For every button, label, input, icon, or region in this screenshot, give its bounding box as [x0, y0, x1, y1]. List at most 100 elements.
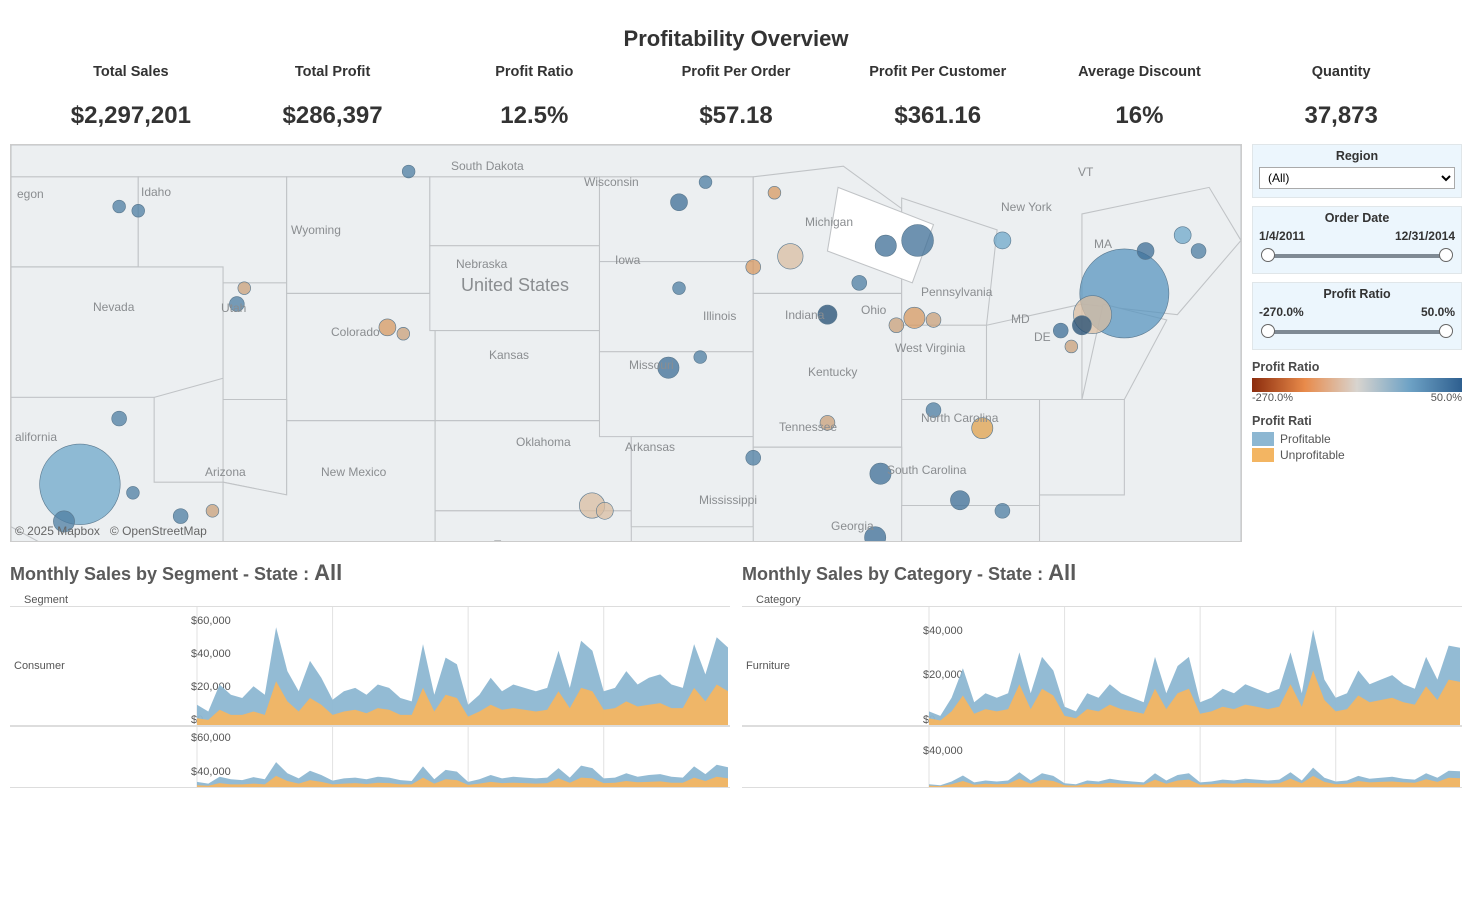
order-date-to: 12/31/2014 [1395, 229, 1455, 243]
map-bubble[interactable] [875, 235, 896, 256]
legend-item-unprofitable[interactable]: Unprofitable [1252, 448, 1462, 462]
kpi-value: 16% [1039, 102, 1241, 130]
map-bubble[interactable] [746, 260, 761, 275]
kpi-profit-ratio: Profit Ratio 12.5% [433, 64, 635, 130]
map-bubble[interactable] [972, 418, 993, 439]
map-bubble[interactable] [870, 463, 891, 484]
page-title: Profitability Overview [0, 0, 1472, 60]
gradient-bar [1252, 378, 1462, 392]
area-chart[interactable] [927, 727, 1462, 787]
kpi-value: $286,397 [232, 102, 434, 130]
kpi-total-sales: Total Sales $2,297,201 [30, 64, 232, 130]
osm-credit: © OpenStreetMap [110, 524, 207, 538]
map-view[interactable]: United States egonIdahoWyomingSouth Dako… [10, 144, 1242, 542]
region-select[interactable]: (All) [1259, 167, 1455, 189]
map-bubble[interactable] [113, 200, 126, 213]
map-bubble[interactable] [206, 504, 219, 517]
swatch-icon [1252, 432, 1274, 446]
area-chart[interactable] [927, 607, 1462, 725]
chart-title: Monthly Sales by Segment - State : All [10, 560, 730, 586]
kpi-label: Profit Per Order [635, 64, 837, 80]
profit-ratio-slider[interactable] [1267, 323, 1447, 341]
facet-next[interactable]: $60,000 $40,000 [10, 726, 730, 788]
map-bubble[interactable] [379, 319, 396, 336]
order-date-from: 1/4/2011 [1259, 229, 1305, 243]
map-bubble[interactable] [768, 186, 781, 199]
facet-furniture[interactable]: Furniture $40,000 $20,000 $0 [742, 606, 1462, 726]
map-bubble[interactable] [673, 282, 686, 295]
map-bubble[interactable] [994, 232, 1011, 249]
map-svg [11, 145, 1241, 542]
profit-ratio-from: -270.0% [1259, 305, 1304, 319]
filter-profit-ratio: Profit Ratio -270.0% 50.0% [1252, 282, 1462, 350]
map-bubble[interactable] [904, 307, 925, 328]
kpi-label: Average Discount [1039, 64, 1241, 80]
facet-consumer[interactable]: Consumer $60,000 $40,000 $20,000 $0 [10, 606, 730, 726]
slider-handle-left[interactable] [1261, 324, 1275, 338]
map-bubble[interactable] [1191, 244, 1206, 259]
map-bubble[interactable] [852, 275, 867, 290]
map-bubble[interactable] [402, 165, 415, 178]
map-bubble[interactable] [694, 351, 707, 364]
map-bubble[interactable] [173, 509, 188, 524]
map-bubble[interactable] [40, 444, 121, 525]
kpi-value: $361.16 [837, 102, 1039, 130]
kpi-label: Profit Ratio [433, 64, 635, 80]
area-svg [927, 607, 1462, 725]
map-bubble[interactable] [671, 194, 688, 211]
chart-title-state: All [314, 560, 342, 585]
legend-title: Profit Rati [1252, 414, 1462, 428]
map-bubble[interactable] [132, 204, 145, 217]
area-chart[interactable] [195, 607, 730, 725]
map-bubble[interactable] [238, 282, 251, 295]
map-bubble[interactable] [778, 244, 803, 269]
kpi-total-profit: Total Profit $286,397 [232, 64, 434, 130]
slider-handle-right[interactable] [1439, 248, 1453, 262]
legend-item-profitable[interactable]: Profitable [1252, 432, 1462, 446]
filter-title: Region [1259, 149, 1455, 163]
legend-title: Profit Ratio [1252, 360, 1462, 374]
map-bubble[interactable] [397, 327, 410, 340]
slider-handle-right[interactable] [1439, 324, 1453, 338]
facet-label: Furniture [742, 660, 832, 672]
map-bubble[interactable] [995, 503, 1010, 518]
filter-region: Region (All) [1252, 144, 1462, 198]
chart-title-state: All [1048, 560, 1076, 585]
map-bubble[interactable] [820, 415, 835, 430]
map-bubble[interactable] [229, 297, 244, 312]
mapbox-credit: © 2025 Mapbox [15, 524, 100, 538]
order-date-slider[interactable] [1267, 247, 1447, 265]
map-bubble[interactable] [699, 176, 712, 189]
map-bubble[interactable] [1065, 340, 1078, 353]
kpi-profit-per-customer: Profit Per Customer $361.16 [837, 64, 1039, 130]
chart-monthly-sales-segment: Monthly Sales by Segment - State : All S… [10, 560, 730, 812]
map-bubble[interactable] [658, 357, 679, 378]
map-bubble[interactable] [1137, 243, 1154, 260]
map-bubble[interactable] [596, 502, 613, 519]
map-bubble[interactable] [926, 403, 941, 418]
kpi-label: Quantity [1240, 64, 1442, 80]
swatch-icon [1252, 448, 1274, 462]
map-bubble[interactable] [1174, 227, 1191, 244]
filter-order-date: Order Date 1/4/2011 12/31/2014 [1252, 206, 1462, 274]
kpi-value: 37,873 [1240, 102, 1442, 130]
profit-ratio-to: 50.0% [1421, 305, 1455, 319]
map-bubble[interactable] [950, 491, 969, 510]
map-bubble[interactable] [1072, 316, 1091, 335]
map-bubble[interactable] [746, 450, 761, 465]
chart-title-text: Monthly Sales by Segment - State : [10, 564, 314, 584]
legend-profit-categories: Profit Rati Profitable Unprofitable [1252, 412, 1462, 462]
slider-handle-left[interactable] [1261, 248, 1275, 262]
area-chart[interactable] [195, 727, 730, 787]
area-svg [195, 607, 730, 725]
map-bubble[interactable] [926, 313, 941, 328]
facet-next[interactable]: $40,000 [742, 726, 1462, 788]
map-bubble[interactable] [1053, 323, 1068, 338]
map-bubble[interactable] [112, 411, 127, 426]
map-bubble[interactable] [889, 318, 904, 333]
legend-profit-ratio-gradient: Profit Ratio -270.0% 50.0% [1252, 358, 1462, 404]
map-bubble[interactable] [902, 225, 934, 257]
map-attribution: © 2025 Mapbox © OpenStreetMap [15, 524, 207, 538]
map-bubble[interactable] [818, 305, 837, 324]
map-bubble[interactable] [127, 486, 140, 499]
